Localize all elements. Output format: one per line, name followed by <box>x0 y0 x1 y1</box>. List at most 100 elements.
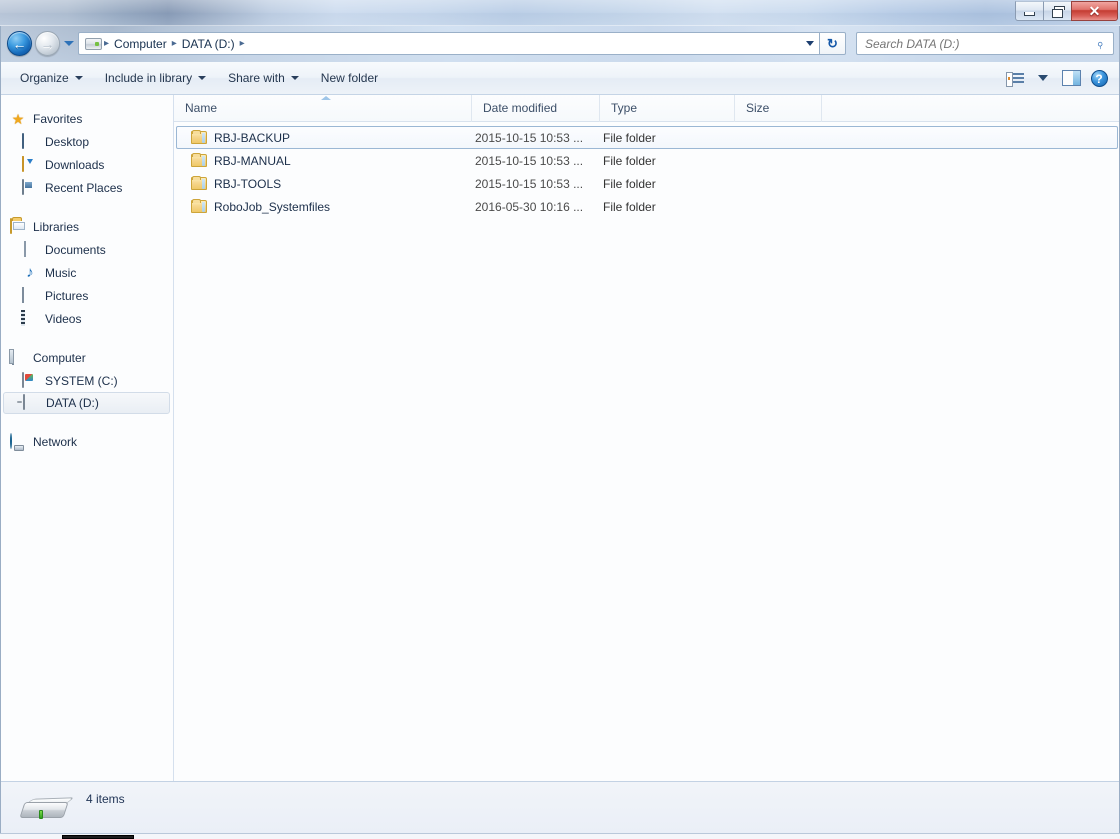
share-with-button[interactable]: Share with <box>217 66 310 91</box>
sidebar-label: Libraries <box>33 219 80 234</box>
cell-type: File folder <box>603 199 656 214</box>
column-label: Size <box>746 101 770 115</box>
sidebar-label: Favorites <box>33 111 83 126</box>
breadcrumb-separator: ▸ <box>171 37 177 49</box>
search-box[interactable]: ⌕ <box>856 32 1114 55</box>
command-bar: Organize Include in library Share with N… <box>0 62 1120 95</box>
list-view-icon <box>1006 71 1024 87</box>
sidebar-group-libraries[interactable]: Libraries <box>0 215 173 238</box>
back-arrow-icon: ← <box>12 35 27 52</box>
sidebar-item-music[interactable]: ♪ Music <box>0 261 173 284</box>
column-headers: Name Date modified Type Size <box>174 94 1120 122</box>
search-icon: ⌕ <box>1091 35 1108 52</box>
forward-button[interactable]: → <box>35 31 60 56</box>
title-bar: ✕ <box>0 0 1120 26</box>
change-view-button[interactable] <box>1002 66 1028 90</box>
file-rows: RBJ-BACKUP 2015-10-15 10:53 ... File fol… <box>174 122 1120 218</box>
sidebar-item-videos[interactable]: Videos <box>0 307 173 330</box>
column-header-type[interactable]: Type <box>600 94 735 122</box>
minimize-button[interactable] <box>1015 1 1044 21</box>
refresh-icon: ↻ <box>827 35 838 51</box>
sidebar-item-recent-places[interactable]: Recent Places <box>0 176 173 199</box>
table-row[interactable]: RBJ-BACKUP 2015-10-15 10:53 ... File fol… <box>176 126 1118 149</box>
chevron-down-icon <box>74 76 83 80</box>
computer-icon <box>10 348 26 366</box>
table-row[interactable]: RBJ-TOOLS 2015-10-15 10:53 ... File fold… <box>176 172 1118 195</box>
column-label: Date modified <box>483 101 558 115</box>
sidebar-item-data-drive[interactable]: DATA (D:) <box>3 392 170 414</box>
desktop-icon <box>22 132 38 150</box>
address-dropdown-button[interactable] <box>800 32 820 55</box>
sidebar-label: Desktop <box>45 134 90 149</box>
close-button[interactable]: ✕ <box>1071 1 1118 21</box>
hard-drive-icon <box>18 794 75 826</box>
breadcrumb-computer[interactable]: Computer <box>111 37 170 51</box>
sidebar-item-system-drive[interactable]: SYSTEM (C:) <box>0 369 173 392</box>
table-row[interactable]: RBJ-MANUAL 2015-10-15 10:53 ... File fol… <box>176 149 1118 172</box>
view-controls: ? <box>1002 66 1112 90</box>
column-header-size[interactable]: Size <box>735 94 822 122</box>
sidebar-group-network[interactable]: Network <box>0 430 173 453</box>
help-icon: ? <box>1090 69 1108 87</box>
sidebar-label: Recent Places <box>45 180 123 195</box>
cell-date-modified: 2015-10-15 10:53 ... <box>475 153 584 168</box>
column-label: Name <box>185 101 218 115</box>
cell-name: RBJ-TOOLS <box>177 176 475 191</box>
videos-icon <box>22 309 38 327</box>
window-left-edge <box>0 26 1 833</box>
breadcrumb-separator: ▸ <box>104 37 110 49</box>
cell-type: File folder <box>603 176 656 191</box>
preview-pane-button[interactable] <box>1058 66 1084 90</box>
cell-type: File folder <box>603 130 656 145</box>
cell-name: RoboJob_Systemfiles <box>177 199 475 214</box>
folder-icon <box>191 176 207 190</box>
table-row[interactable]: RoboJob_Systemfiles 2016-05-30 10:16 ...… <box>176 195 1118 218</box>
recent-pages-dropdown-icon[interactable] <box>64 41 74 46</box>
sidebar-item-pictures[interactable]: Pictures <box>0 284 173 307</box>
system-drive-icon <box>22 371 38 389</box>
breadcrumb-separator-trailing[interactable]: ▸ <box>238 38 247 50</box>
sidebar-item-documents[interactable]: Documents <box>0 238 173 261</box>
documents-icon <box>22 240 38 258</box>
column-header-date-modified[interactable]: Date modified <box>472 94 600 122</box>
minimize-icon <box>1024 11 1035 16</box>
downloads-icon <box>22 155 38 173</box>
share-with-label: Share with <box>228 71 285 85</box>
new-folder-button[interactable]: New folder <box>310 66 389 91</box>
restore-button[interactable] <box>1043 1 1072 21</box>
sidebar-label: SYSTEM (C:) <box>45 373 118 388</box>
search-input[interactable] <box>857 36 1089 51</box>
folder-icon <box>191 153 207 167</box>
sidebar-label: Pictures <box>45 288 89 303</box>
chevron-down-icon <box>198 76 207 80</box>
file-name: RBJ-TOOLS <box>214 176 282 191</box>
status-bar: 4 items <box>0 781 1120 833</box>
sidebar-label: Network <box>33 434 78 449</box>
sidebar-group-computer[interactable]: Computer <box>0 346 173 369</box>
new-folder-label: New folder <box>320 71 379 85</box>
column-header-name[interactable]: Name <box>174 94 472 122</box>
music-icon: ♪ <box>26 263 34 281</box>
sidebar-group-favorites[interactable]: ★ Favorites <box>0 107 173 130</box>
refresh-button[interactable]: ↻ <box>820 32 846 55</box>
back-button[interactable]: ← <box>7 31 32 56</box>
cell-type: File folder <box>603 153 656 168</box>
window-controls: ✕ <box>1015 1 1118 21</box>
address-bar[interactable]: ▸ Computer ▸ DATA (D:) ▸ <box>78 32 820 55</box>
organize-button[interactable]: Organize <box>9 66 94 91</box>
sidebar-label: Documents <box>45 242 106 257</box>
sidebar-label: Music <box>45 265 77 280</box>
sidebar-item-downloads[interactable]: Downloads <box>0 153 173 176</box>
chevron-down-icon <box>1038 75 1048 81</box>
cell-date-modified: 2015-10-15 10:53 ... <box>475 176 584 191</box>
breadcrumb-data-drive[interactable]: DATA (D:) <box>179 37 238 51</box>
sidebar-item-desktop[interactable]: Desktop <box>0 130 173 153</box>
chevron-down-icon <box>290 76 299 80</box>
view-options-dropdown[interactable] <box>1030 66 1056 90</box>
help-button[interactable]: ? <box>1086 66 1112 90</box>
window-bottom-edge <box>0 833 1120 839</box>
include-in-library-button[interactable]: Include in library <box>94 66 217 91</box>
address-bar-row: ← → ▸ Computer ▸ DATA (D:) ▸ ↻ ⌕ <box>0 26 1120 62</box>
